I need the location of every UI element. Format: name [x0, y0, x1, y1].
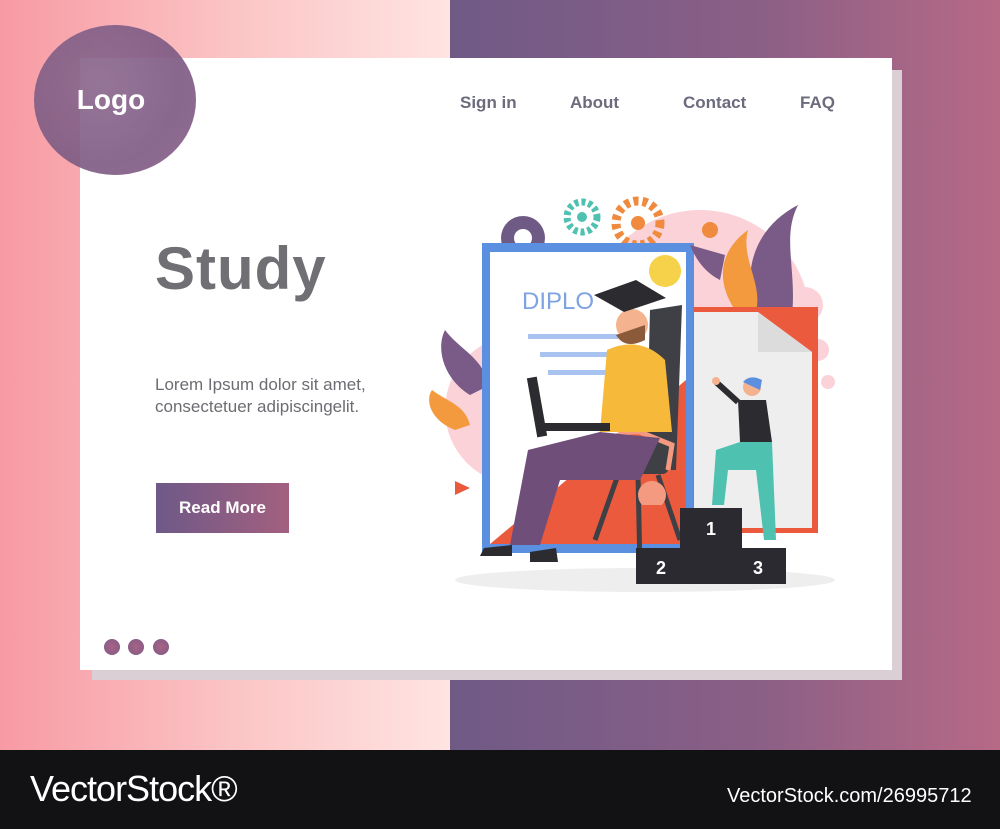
nav-about[interactable]: About [570, 93, 619, 113]
nav-sign-in[interactable]: Sign in [460, 93, 517, 113]
person-head [702, 222, 718, 238]
winner-hand [712, 377, 720, 385]
watermark-brand: VectorStock® [30, 768, 238, 809]
hero-description-line-2: consectetuer adipiscingelit. [155, 397, 360, 416]
bubble-3 [821, 375, 835, 389]
study-illustration: DIPLO 1 2 3 [429, 196, 835, 592]
medal-icon [638, 481, 666, 509]
pagination-dot-3[interactable] [153, 639, 169, 655]
podium-label-third: 3 [753, 558, 763, 578]
lightbulb-icon [649, 255, 681, 287]
read-more-button[interactable]: Read More [156, 483, 289, 533]
nav-faq[interactable]: FAQ [800, 93, 835, 113]
diploma-title: DIPLO [522, 288, 594, 315]
hero-description: Lorem Ipsum dolor sit amet, consectetuer… [155, 374, 445, 418]
graduate-torso [600, 344, 672, 432]
pagination-dot-2[interactable] [128, 639, 144, 655]
logo-text: Logo [76, 84, 146, 115]
diploma-line [548, 370, 608, 375]
hero-title: Study [155, 235, 327, 302]
pagination-dot-1[interactable] [104, 639, 120, 655]
gear-icon [563, 198, 601, 236]
podium-label-second: 2 [656, 558, 666, 578]
diploma-line [540, 352, 610, 357]
laptop-base [540, 423, 610, 431]
nav-contact[interactable]: Contact [683, 93, 746, 113]
podium-label-first: 1 [706, 519, 716, 539]
watermark-url: VectorStock.com/26995712 [727, 785, 972, 807]
hero-description-line-1: Lorem Ipsum dolor sit amet, [155, 375, 366, 394]
logo[interactable]: Logo [34, 25, 196, 175]
play-icon [455, 481, 470, 495]
diploma-line [528, 334, 618, 339]
podium-third [742, 548, 786, 584]
